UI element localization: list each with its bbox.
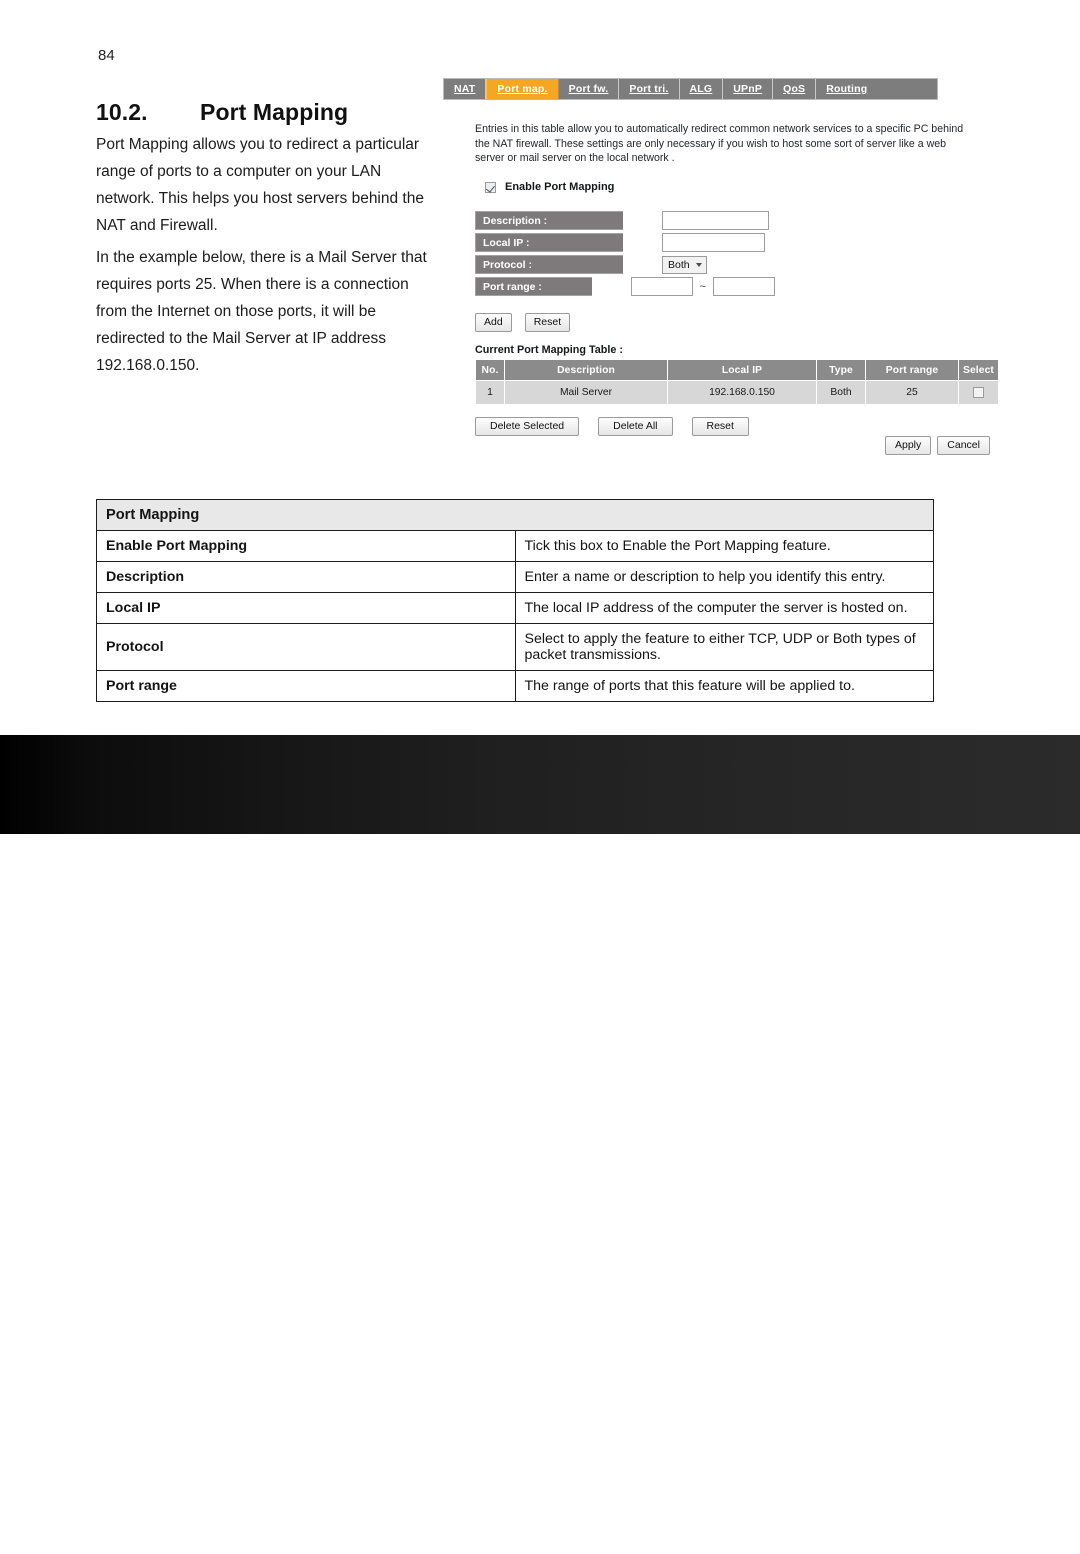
description-table-header: Port Mapping — [96, 499, 934, 531]
port-mapping-form: Description : Local IP : Protocol : Both… — [475, 210, 775, 298]
engenius-wordmark-icon: EnGeni us ® — [34, 1496, 251, 1554]
tab-port-fw[interactable]: Port fw. — [559, 79, 620, 99]
current-table-title: Current Port Mapping Table : — [475, 344, 623, 356]
column-header-port-range: Port range — [865, 359, 959, 381]
description-row: Protocol Select to apply the feature to … — [96, 623, 934, 671]
manual-page: 84 10.2. Port Mapping Port Mapping allows… — [0, 0, 1080, 1554]
description-label: Description : — [475, 211, 623, 230]
enable-port-mapping-row[interactable]: Enable Port Mapping — [485, 181, 614, 193]
paragraph-2: In the example below, there is a Mail Se… — [96, 249, 427, 374]
description-header-row: Port Mapping — [96, 499, 934, 531]
column-header-description: Description — [504, 359, 668, 381]
description-value-description: Enter a name or description to help you … — [514, 561, 934, 593]
cell-select[interactable] — [958, 380, 999, 405]
description-row: Local IP The local IP address of the com… — [96, 592, 934, 624]
tab-qos[interactable]: QoS — [773, 79, 817, 99]
svg-text:us: us — [172, 1496, 225, 1554]
port-range-fields: ~ — [630, 277, 775, 296]
port-range-label: Port range : — [475, 277, 592, 296]
page-number: 84 — [98, 47, 115, 64]
column-header-type: Type — [816, 359, 866, 381]
protocol-label: Protocol : — [475, 255, 623, 274]
cell-no: 1 — [475, 380, 505, 405]
description-row: Port range The range of ports that this … — [96, 670, 934, 702]
column-header-select: Select — [958, 359, 999, 381]
page-title: 10.2. Port Mapping — [96, 99, 476, 126]
table-button-row: Delete Selected Delete All Reset — [475, 417, 749, 436]
section-title: Port Mapping — [200, 99, 349, 125]
description-value-enable-port-mapping: Tick this box to Enable the Port Mapping… — [514, 530, 934, 562]
port-range-to-input[interactable] — [713, 277, 775, 296]
apply-button[interactable]: Apply — [885, 436, 932, 455]
description-key-port-range: Port range — [96, 670, 516, 702]
cancel-button[interactable]: Cancel — [937, 436, 990, 455]
column-header-no: No. — [475, 359, 505, 381]
form-button-row: Add Reset — [475, 313, 571, 332]
delete-selected-button[interactable]: Delete Selected — [475, 417, 580, 436]
description-value-local-ip: The local IP address of the computer the… — [514, 592, 934, 624]
enable-port-mapping-label: Enable Port Mapping — [505, 181, 615, 193]
tab-upnp[interactable]: UPnP — [723, 79, 774, 99]
cell-port-range: 25 — [865, 380, 959, 405]
description-value-port-range: The range of ports that this feature wil… — [514, 670, 934, 702]
column-header-local-ip: Local IP — [667, 359, 817, 381]
tab-port-map[interactable]: Port map. — [486, 79, 559, 99]
enable-port-mapping-checkbox[interactable] — [485, 181, 496, 193]
tab-port-tri[interactable]: Port tri. — [619, 79, 680, 99]
description-value-protocol: Select to apply the feature to either TC… — [514, 623, 934, 671]
add-button[interactable]: Add — [475, 313, 512, 332]
panel-intro-text: Entries in this table allow you to autom… — [475, 123, 964, 164]
local-ip-label: Local IP : — [475, 233, 623, 252]
tab-routing[interactable]: Routing — [816, 79, 877, 99]
paragraph-1: Port Mapping allows you to redirect a pa… — [96, 136, 424, 234]
svg-text:®: ® — [237, 1504, 251, 1525]
description-key-protocol: Protocol — [96, 623, 516, 671]
table-header-row: No. Description Local IP Type Port range… — [475, 359, 999, 381]
field-description-table: Port Mapping Enable Port Mapping Tick th… — [96, 499, 934, 702]
form-row-description: Description : — [475, 210, 775, 231]
footer-band: EnGeni us ® — [0, 735, 1080, 1554]
chevron-down-icon — [695, 262, 702, 267]
description-key-description: Description — [96, 561, 516, 593]
page-button-row: Apply Cancel — [885, 436, 990, 455]
form-row-port-range: Port range : ~ — [475, 276, 775, 297]
cell-description: Mail Server — [504, 380, 668, 405]
tab-nat[interactable]: NAT — [444, 79, 487, 99]
description-row: Description Enter a name or description … — [96, 561, 934, 593]
description-row: Enable Port Mapping Tick this box to Ena… — [96, 530, 934, 562]
description-input[interactable] — [662, 211, 769, 230]
router-ui-screenshot: NAT Port map. Port fw. Port tri. ALG UPn… — [443, 78, 999, 468]
section-number: 10.2. — [96, 99, 148, 125]
delete-all-button[interactable]: Delete All — [598, 417, 673, 436]
table-reset-button[interactable]: Reset — [691, 417, 749, 436]
current-port-mapping-table: No. Description Local IP Type Port range… — [475, 359, 999, 405]
row-select-checkbox[interactable] — [973, 386, 984, 398]
table-row: 1 Mail Server 192.168.0.150 Both 25 — [475, 380, 999, 405]
nav-tab-bar: NAT Port map. Port fw. Port tri. ALG UPn… — [443, 78, 938, 100]
engenius-logo: EnGeni us ® — [34, 1492, 294, 1554]
description-key-local-ip: Local IP — [96, 592, 516, 624]
cell-type: Both — [816, 380, 866, 405]
form-reset-button[interactable]: Reset — [524, 313, 571, 332]
local-ip-input[interactable] — [662, 233, 765, 252]
form-row-protocol: Protocol : Both — [475, 254, 775, 275]
protocol-selected-value: Both — [668, 258, 690, 271]
tab-alg[interactable]: ALG — [680, 79, 724, 99]
port-range-from-input[interactable] — [630, 277, 693, 296]
form-row-local-ip: Local IP : — [475, 232, 775, 253]
port-range-separator: ~ — [699, 280, 706, 293]
description-key-enable-port-mapping: Enable Port Mapping — [96, 530, 516, 562]
protocol-select[interactable]: Both — [662, 255, 707, 274]
cell-local-ip: 192.168.0.150 — [667, 380, 817, 405]
